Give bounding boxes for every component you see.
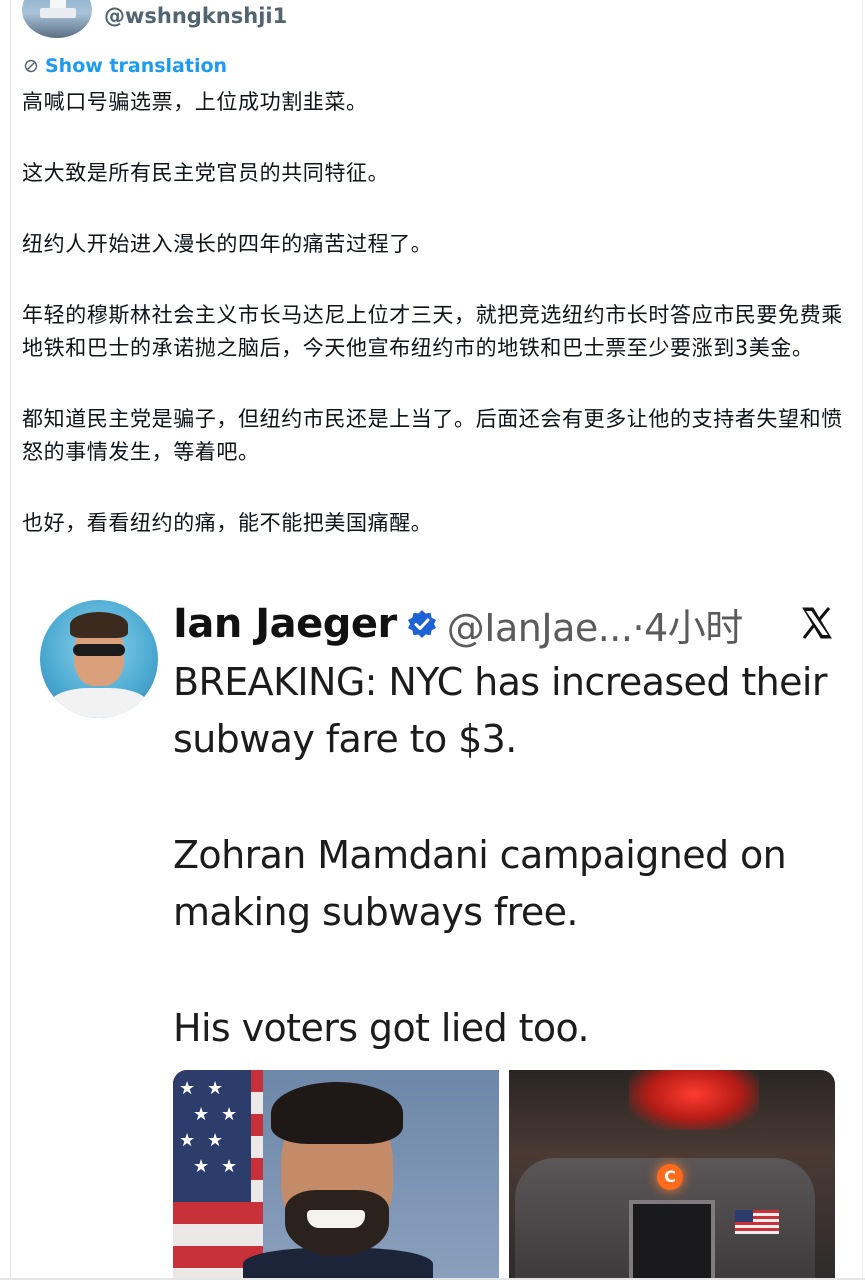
politician-photo[interactable]: ★ ★ ★ ★ ★ ★ ★ ★: [173, 1070, 499, 1280]
author-avatar[interactable]: [22, 0, 92, 38]
route-badge-icon: C: [657, 1164, 683, 1190]
right-divider: [862, 0, 863, 1280]
verified-badge-icon: [407, 610, 436, 638]
left-divider: [10, 0, 11, 1280]
post-body: 高喊口号骗选票，上位成功割韭菜。 这大致是所有民主党官员的共同特征。 纽约人开始…: [22, 86, 852, 578]
avatar-ship-hull: [40, 8, 76, 18]
quoted-post-text: BREAKING: NYC has increased their subway…: [173, 654, 843, 1116]
avatar-sunglasses: [73, 644, 125, 656]
quoted-author-avatar: [40, 600, 158, 718]
author-handle[interactable]: @wshngknshji1: [104, 4, 287, 28]
person-hair: [271, 1082, 403, 1144]
post-paragraph: 高喊口号骗选票，上位成功割韭菜。: [22, 90, 368, 114]
post-paragraph: 年轻的穆斯林社会主义市长马达尼上位才三天，就把竞选纽约市长时答应市民要免费乘地铁…: [22, 303, 843, 360]
post-paragraph: 也好，看看纽约的痛，能不能把美国痛醒。: [22, 511, 433, 535]
show-translation-button[interactable]: Show translation: [24, 55, 227, 77]
flag-canton: ★ ★ ★ ★ ★ ★ ★ ★: [173, 1070, 251, 1202]
x-logo-icon: [802, 607, 832, 639]
post-paragraph: 都知道民主党是骗子，但纽约市民还是上当了。后面还会有更多让他的支持者失望和愤怒的…: [22, 407, 843, 464]
train-flag-decal: [735, 1210, 779, 1234]
quoted-post-screenshot[interactable]: Ian Jaeger @IanJae...·4小时 BREAKING: NYC …: [22, 572, 850, 1280]
quoted-paragraph: BREAKING: NYC has increased their subway…: [173, 660, 827, 761]
red-signal-light: [629, 1070, 759, 1130]
post-paragraph: 这大致是所有民主党官员的共同特征。: [22, 161, 390, 185]
post-paragraph: 纽约人开始进入漫长的四年的痛苦过程了。: [22, 232, 433, 256]
decal-canton: [735, 1210, 753, 1222]
quoted-handle-time: @IanJae...·4小时: [446, 605, 743, 650]
person-smile: [307, 1210, 365, 1228]
quoted-post-header: Ian Jaeger @IanJae...·4小时: [173, 598, 743, 650]
quoted-media-grid: ★ ★ ★ ★ ★ ★ ★ ★ C: [173, 1070, 835, 1280]
show-translation-label: Show translation: [45, 55, 228, 77]
train-door-window: [629, 1200, 715, 1280]
quoted-paragraph: Zohran Mamdani campaigned on making subw…: [173, 833, 787, 934]
quoted-author-name: Ian Jaeger: [173, 601, 397, 647]
avatar-hair: [70, 612, 128, 638]
quoted-paragraph: His voters got lied too.: [173, 1006, 590, 1050]
us-flag: ★ ★ ★ ★ ★ ★ ★ ★: [173, 1070, 263, 1280]
translate-icon: [24, 59, 38, 73]
avatar-shirt: [50, 688, 148, 718]
subway-train-photo[interactable]: C: [509, 1070, 835, 1280]
